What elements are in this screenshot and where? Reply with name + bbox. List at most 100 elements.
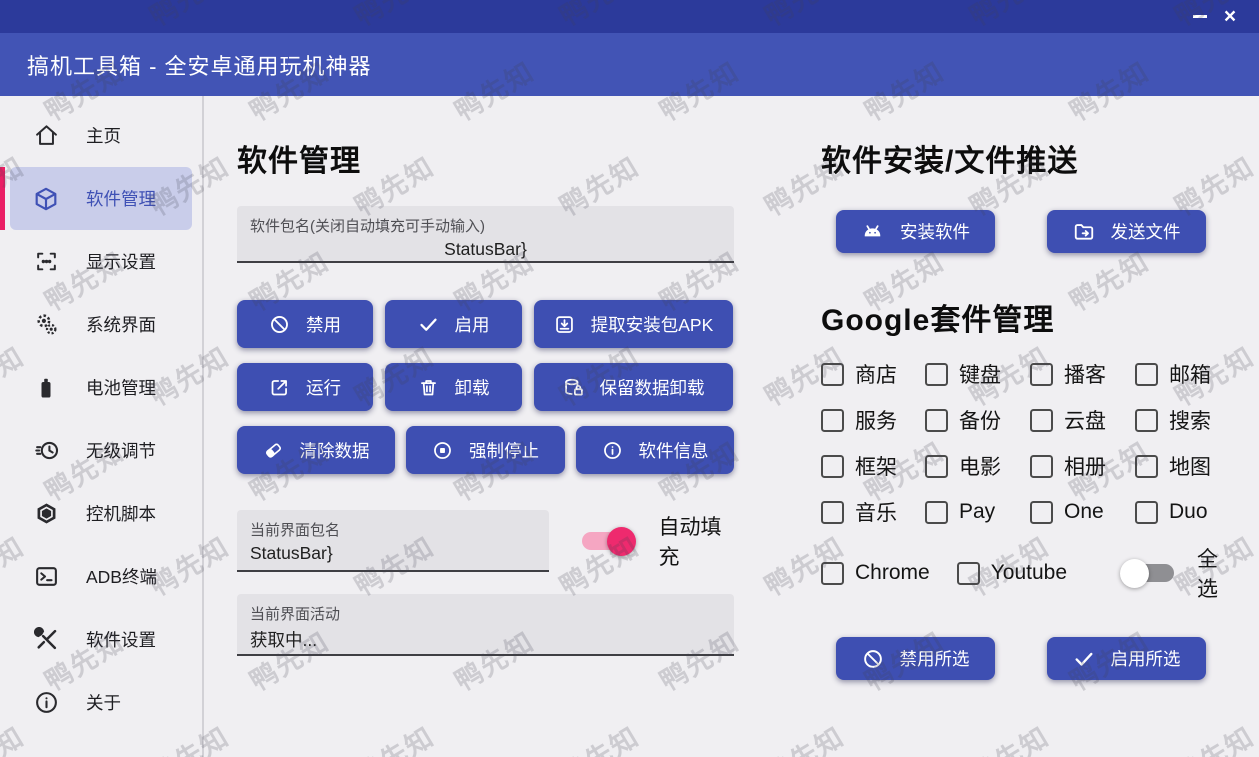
autofill-toggle[interactable]: [582, 526, 637, 556]
checkbox-icon: [1030, 408, 1053, 432]
checkbox-music[interactable]: 音乐: [821, 497, 925, 527]
current-package-field: 当前界面包名 StatusBar}: [237, 510, 550, 572]
sidebar-item-display-settings[interactable]: 显示设置: [0, 230, 202, 293]
terminal-icon: [33, 564, 59, 590]
checkbox-icon: [821, 362, 844, 386]
toggle-thumb: [607, 526, 637, 556]
checkbox-icon: [1030, 500, 1053, 524]
close-button[interactable]: ×: [1215, 4, 1245, 30]
sidebar-item-stepless-adjust[interactable]: 无级调节: [0, 419, 202, 482]
android-icon: [864, 225, 881, 237]
enable-button[interactable]: 启用: [385, 300, 522, 348]
eraser-icon: [265, 443, 281, 458]
checkbox-one[interactable]: One: [1030, 497, 1135, 527]
home-icon: [33, 123, 59, 149]
send-file-icon: [1074, 223, 1093, 240]
right-panel-title: 软件安装/文件推送: [821, 145, 1079, 178]
toggle-thumb: [1120, 558, 1150, 588]
minimize-button[interactable]: [1185, 4, 1215, 30]
sidebar-item-label: 系统界面: [86, 315, 156, 335]
checkbox-store[interactable]: 商店: [821, 359, 925, 389]
checkbox-clouddrive[interactable]: 云盘: [1030, 405, 1135, 435]
google-suite-title: Google套件管理: [821, 304, 1055, 337]
checkbox-framework[interactable]: 框架: [821, 451, 925, 481]
extract-apk-button[interactable]: 提取安装包APK: [534, 300, 733, 348]
sidebar-item-label: 软件设置: [86, 630, 156, 650]
checkbox-search[interactable]: 搜索: [1135, 405, 1221, 435]
check-icon: [1074, 652, 1093, 666]
checkbox-chrome[interactable]: Chrome: [821, 561, 930, 585]
current-activity-value: 获取中...: [250, 630, 318, 650]
sidebar-item-label: 控机脚本: [86, 504, 156, 524]
checkbox-icon: [821, 561, 844, 585]
app-management-panel: 软件管理 软件包名(关闭自动填充可手动输入) StatusBar} 禁用 启用: [237, 136, 734, 656]
checkbox-movies[interactable]: 电影: [925, 451, 1030, 481]
sidebar-item-about[interactable]: 关于: [0, 671, 202, 734]
sidebar-item-label: 主页: [86, 126, 121, 146]
select-all-label: 全选: [1197, 548, 1219, 601]
checkbox-icon: [1135, 408, 1158, 432]
checkbox-icon: [1135, 500, 1158, 524]
sidebar: 主页 软件管理 显示设置 系统界面 电池管理 无级调节 控机脚本 ADB终端 软…: [0, 96, 204, 757]
disable-selected-button[interactable]: 禁用所选: [836, 637, 995, 680]
current-activity-field: 当前界面活动 获取中...: [237, 594, 734, 656]
database-lock-icon: [564, 378, 583, 396]
checkbox-services[interactable]: 服务: [821, 405, 925, 435]
clear-data-button[interactable]: 清除数据: [237, 426, 395, 474]
hexagon-icon: [33, 501, 59, 527]
select-all-toggle[interactable]: [1120, 558, 1175, 588]
sidebar-item-label: ADB终端: [86, 567, 157, 587]
checkbox-backup[interactable]: 备份: [925, 405, 1030, 435]
force-stop-button[interactable]: 强制停止: [406, 426, 565, 474]
sidebar-item-battery[interactable]: 电池管理: [0, 356, 202, 419]
sidebar-item-system-ui[interactable]: 系统界面: [0, 293, 202, 356]
package-name-input[interactable]: 软件包名(关闭自动填充可手动输入) StatusBar}: [237, 206, 734, 263]
minimize-icon: [1193, 15, 1207, 18]
current-activity-label: 当前界面活动: [250, 606, 341, 623]
ban-icon: [271, 315, 288, 333]
package-name-label: 软件包名(关闭自动填充可手动输入): [250, 218, 485, 235]
checkbox-icon: [956, 561, 980, 585]
current-package-label: 当前界面包名: [250, 522, 341, 539]
uninstall-button[interactable]: 卸载: [385, 363, 522, 411]
checkbox-keyboard[interactable]: 键盘: [925, 359, 1030, 389]
sidebar-item-home[interactable]: 主页: [0, 104, 202, 167]
checkbox-maps[interactable]: 地图: [1135, 451, 1221, 481]
send-file-button[interactable]: 发送文件: [1047, 210, 1206, 253]
sidebar-item-adb-terminal[interactable]: ADB终端: [0, 545, 202, 608]
checkbox-icon: [1135, 454, 1158, 478]
sidebar-item-label: 无级调节: [86, 441, 156, 461]
check-icon: [419, 318, 437, 331]
disable-button[interactable]: 禁用: [237, 300, 373, 348]
stop-icon: [434, 441, 451, 459]
sidebar-item-app-management[interactable]: 软件管理: [0, 167, 192, 230]
close-icon: ×: [1223, 5, 1237, 28]
checkbox-photos[interactable]: 相册: [1030, 451, 1135, 481]
sidebar-item-app-settings[interactable]: 软件设置: [0, 608, 202, 671]
checkbox-youtube[interactable]: Youtube: [956, 561, 1067, 585]
checkbox-pay[interactable]: Pay: [925, 497, 1030, 527]
install-app-button[interactable]: 安装软件: [836, 210, 995, 253]
info-icon: [33, 690, 59, 716]
checkbox-icon: [1135, 362, 1158, 386]
checkbox-icon: [925, 362, 948, 386]
tools-icon: [33, 627, 59, 653]
checkbox-podcast[interactable]: 播客: [1030, 359, 1135, 389]
enable-selected-button[interactable]: 启用所选: [1047, 637, 1206, 680]
sidebar-item-label: 软件管理: [86, 189, 156, 209]
checkbox-icon: [1030, 454, 1053, 478]
google-suite-grid: 商店 键盘 播客 邮箱 服务 备份 云盘 搜索 框架 电影 相册 地图 音乐 P…: [821, 359, 1221, 527]
extract-apk-icon: [555, 315, 573, 333]
sidebar-item-label: 关于: [86, 693, 121, 713]
main-content: 软件管理 软件包名(关闭自动填充可手动输入) StatusBar} 禁用 启用: [204, 96, 1259, 757]
uninstall-keep-data-button[interactable]: 保留数据卸载: [534, 363, 733, 411]
package-name-value: StatusBar}: [444, 239, 527, 259]
app-info-button[interactable]: 软件信息: [576, 426, 734, 474]
app-title: 搞机工具箱 - 全安卓通用玩机神器: [27, 53, 372, 79]
sidebar-item-control-script[interactable]: 控机脚本: [0, 482, 202, 545]
ban-icon: [863, 649, 882, 668]
checkbox-mail[interactable]: 邮箱: [1135, 359, 1221, 389]
app-header: 搞机工具箱 - 全安卓通用玩机神器: [0, 33, 1259, 96]
checkbox-duo[interactable]: Duo: [1135, 497, 1221, 527]
run-button[interactable]: 运行: [237, 363, 373, 411]
